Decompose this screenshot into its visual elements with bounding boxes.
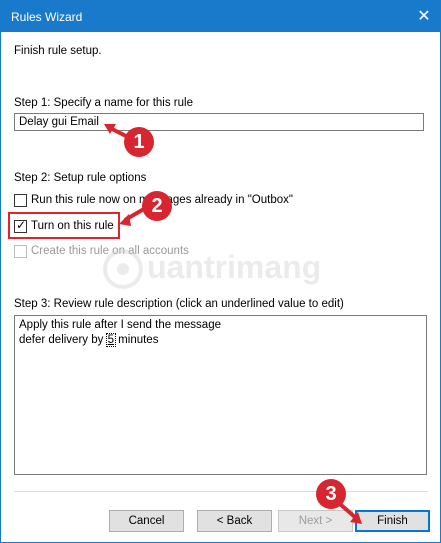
title-bar: Rules Wizard ✕: [1, 1, 440, 32]
rule-name-input[interactable]: [14, 113, 424, 131]
page-subtitle: Finish rule setup.: [14, 45, 102, 57]
rule-description-box: Apply this rule after I send the message…: [14, 315, 427, 475]
desc-line-1: Apply this rule after I send the message: [19, 319, 221, 331]
run-now-checkbox[interactable]: [14, 193, 27, 207]
turn-on-label: Turn on this rule: [31, 220, 114, 232]
close-icon[interactable]: ✕: [414, 6, 434, 26]
back-button[interactable]: < Back: [197, 510, 272, 532]
annotation-badge-1: 1: [124, 127, 154, 157]
turn-on-checkbox[interactable]: ✓: [14, 217, 27, 233]
watermark: uantrimang: [101, 241, 361, 304]
step1-label: Step 1: Specify a name for this rule: [14, 97, 193, 109]
window-title: Rules Wizard: [11, 10, 83, 24]
annotation-badge-2: 2: [142, 191, 172, 221]
check-mark-icon: ✓: [16, 217, 27, 232]
all-accounts-checkbox: [14, 244, 27, 258]
desc-line-2-suffix: minutes: [114, 334, 159, 346]
cancel-button[interactable]: Cancel: [109, 510, 184, 532]
minutes-value-link[interactable]: 5: [105, 333, 117, 347]
finish-button[interactable]: Finish: [355, 510, 430, 532]
step3-label: Step 3: Review rule description (click a…: [14, 298, 344, 310]
desc-line-2: defer delivery by 5 minutes: [19, 333, 422, 348]
bottom-separator: [14, 491, 428, 492]
step2-label: Step 2: Setup rule options: [14, 172, 147, 184]
desc-line-2-prefix: defer delivery by: [19, 334, 104, 346]
annotation-badge-3: 3: [316, 479, 346, 509]
watermark-text: uantrimang: [147, 249, 322, 285]
rules-wizard-window: Rules Wizard ✕ Finish rule setup. Step 1…: [0, 0, 441, 543]
option-turn-on[interactable]: ✓ Turn on this rule: [14, 218, 114, 234]
